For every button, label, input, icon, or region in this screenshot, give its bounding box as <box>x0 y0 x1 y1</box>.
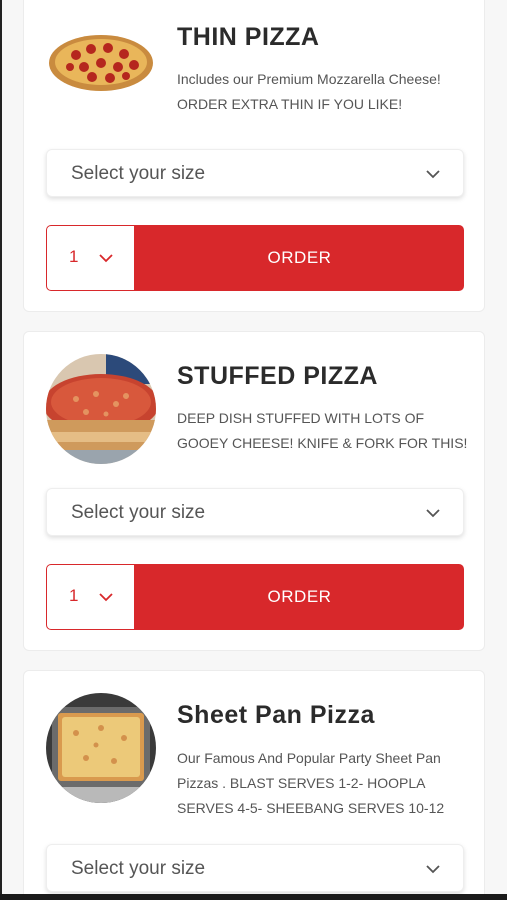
order-row: 1 ORDER <box>46 225 464 291</box>
product-title: THIN PIZZA <box>177 23 320 51</box>
menu-page: THIN PIZZA Includes our Premium Mozzarel… <box>0 0 507 900</box>
pepperoni-pizza-image <box>46 21 156 101</box>
product-card-sheet-pan-pizza: Sheet Pan Pizza Our Famous And Popular P… <box>23 670 485 900</box>
product-description: DEEP DISH STUFFED WITH LOTS OF GOOEY CHE… <box>177 406 477 456</box>
chevron-down-icon <box>99 593 113 602</box>
product-description: Our Famous And Popular Party Sheet Pan P… <box>177 746 477 821</box>
description-line: ORDER EXTRA THIN IF YOU LIKE! <box>177 96 403 112</box>
chevron-down-icon <box>99 254 113 263</box>
window-bottom-edge <box>0 894 507 900</box>
size-select[interactable]: Select your size <box>46 488 464 536</box>
product-description: Includes our Premium Mozzarella Cheese! … <box>177 67 477 117</box>
chevron-down-icon <box>426 865 440 874</box>
size-select-placeholder: Select your size <box>71 858 206 879</box>
description-line: Includes our Premium Mozzarella Cheese! <box>177 71 441 87</box>
order-row: 1 ORDER <box>46 564 464 630</box>
stuffed-pizza-image <box>46 354 156 464</box>
size-select[interactable]: Select your size <box>46 149 464 197</box>
product-card-thin-pizza: THIN PIZZA Includes our Premium Mozzarel… <box>23 0 485 312</box>
description-line: Pizzas . BLAST SERVES 1-2- HOOPLA <box>177 775 426 791</box>
size-select[interactable]: Select your size <box>46 844 464 892</box>
description-line: Our Famous And Popular Party Sheet Pan <box>177 750 441 766</box>
sheet-pan-pizza-image <box>46 693 156 803</box>
description-line: GOOEY CHEESE! KNIFE & FORK FOR THIS! <box>177 435 468 451</box>
size-select-placeholder: Select your size <box>71 502 206 523</box>
quantity-value: 1 <box>69 247 79 266</box>
product-card-stuffed-pizza: STUFFED PIZZA DEEP DISH STUFFED WITH LOT… <box>23 331 485 651</box>
description-line: SERVES 4-5- SHEEBANG SERVES 10-12 <box>177 800 445 816</box>
size-select-placeholder: Select your size <box>71 163 206 184</box>
quantity-select[interactable]: 1 <box>46 564 135 630</box>
quantity-value: 1 <box>69 586 79 605</box>
order-button[interactable]: ORDER <box>135 564 464 630</box>
chevron-down-icon <box>426 170 440 179</box>
order-button[interactable]: ORDER <box>135 225 464 291</box>
product-title: STUFFED PIZZA <box>177 362 378 390</box>
chevron-down-icon <box>426 509 440 518</box>
window-edge <box>0 0 2 900</box>
product-title: Sheet Pan Pizza <box>177 701 375 729</box>
quantity-select[interactable]: 1 <box>46 225 135 291</box>
description-line: DEEP DISH STUFFED WITH LOTS OF <box>177 410 425 426</box>
